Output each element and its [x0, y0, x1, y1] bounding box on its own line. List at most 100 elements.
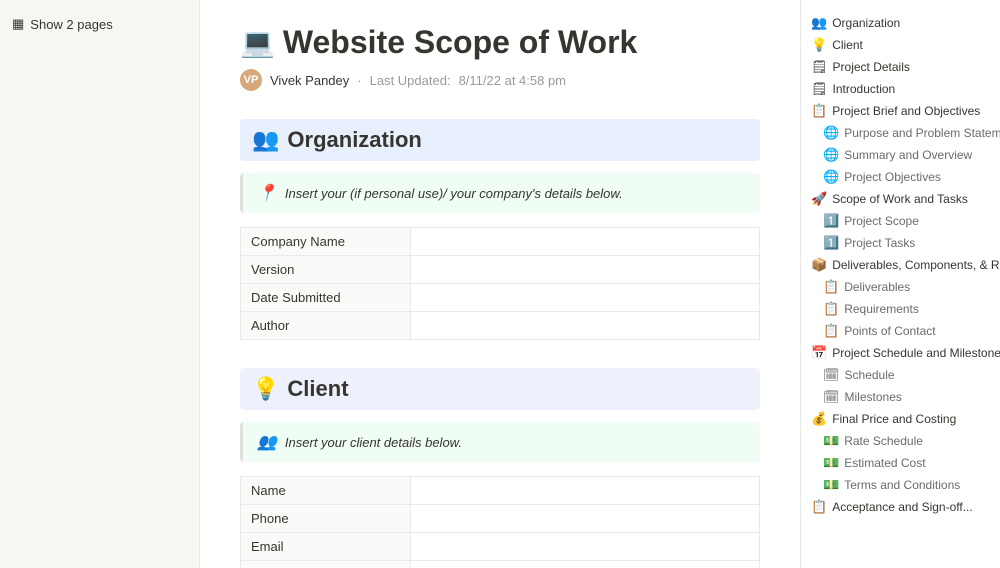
toc-item-label: Schedule — [845, 368, 895, 382]
toc-item[interactable]: 💰 Final Price and Costing — [801, 408, 1000, 430]
toc-item[interactable]: 📅 Project Schedule and Milestones — [801, 342, 1000, 364]
toc-item-label: Final Price and Costing — [832, 412, 956, 426]
page-title-text: Website Scope of Work — [283, 24, 637, 61]
toc-item[interactable]: 1️⃣Project Tasks — [801, 232, 1000, 254]
toc-item-icon: 🌐 — [823, 147, 839, 163]
organization-table: Company Name Version Date Submitted Auth… — [240, 227, 760, 340]
table-cell-label: Company Name — [241, 228, 411, 256]
toc-item-icon: 📋 — [823, 323, 839, 339]
table-cell-value[interactable] — [411, 505, 760, 533]
toc-item[interactable]: 🌐 Project Objectives — [801, 166, 1000, 188]
table-cell-label: Email — [241, 533, 411, 561]
callout-icon-client: 👥 — [257, 432, 277, 452]
left-panel: ▦ Show 2 pages — [0, 0, 200, 568]
toc-item[interactable]: 💵Rate Schedule — [801, 430, 1000, 452]
table-cell-label: Author — [241, 312, 411, 340]
toc-item-icon: 💡 — [811, 37, 827, 53]
toc-item[interactable]: 📋Requirements — [801, 298, 1000, 320]
toc-item-label: Deliverables — [844, 280, 910, 294]
toc-item-label: Project Schedule and Milestones — [832, 346, 1000, 360]
table-cell-value[interactable] — [411, 533, 760, 561]
toc-item[interactable]: 💵Estimated Cost — [801, 452, 1000, 474]
table-cell-label: Mailing Address — [241, 561, 411, 568]
table-cell-value[interactable] — [411, 284, 760, 312]
toc-item-icon: 🗒 — [811, 59, 828, 75]
toc-item[interactable]: 📋Project Brief and Objectives — [801, 100, 1000, 122]
toc-item-label: Scope of Work and Tasks — [832, 192, 968, 206]
table-cell-value[interactable] — [411, 561, 760, 568]
toc-item-icon: 🗓 — [823, 367, 840, 383]
toc-item[interactable]: 🌐 Summary and Overview — [801, 144, 1000, 166]
toc-item[interactable]: 👥 Organization — [801, 12, 1000, 34]
toc-item-label: Project Tasks — [844, 236, 915, 250]
toc-item-label: Client — [832, 38, 863, 52]
organization-title: Organization — [287, 127, 421, 153]
toc-item[interactable]: 🗓 Schedule — [801, 364, 1000, 386]
toc-item-icon: 📋 — [811, 499, 827, 515]
table-row: Version — [241, 256, 760, 284]
table-cell-label: Phone — [241, 505, 411, 533]
toc-item[interactable]: 📋Deliverables — [801, 276, 1000, 298]
toc-item[interactable]: 📋 Acceptance and Sign-off... — [801, 496, 1000, 518]
table-cell-value[interactable] — [411, 228, 760, 256]
toc-item[interactable]: 🚀Scope of Work and Tasks — [801, 188, 1000, 210]
table-row: Author — [241, 312, 760, 340]
toc-item-label: Project Objectives — [844, 170, 941, 184]
table-row: Email — [241, 533, 760, 561]
toc-item-label: Requirements — [844, 302, 919, 316]
table-row: Date Submitted — [241, 284, 760, 312]
organization-icon: 👥 — [252, 127, 279, 153]
toc-item[interactable]: 🗓 Milestones — [801, 386, 1000, 408]
organization-callout-text: Insert your (if personal use)/ your comp… — [285, 186, 623, 201]
toc-item[interactable]: 🗒Project Details — [801, 56, 1000, 78]
toc-item-icon: 📋 — [811, 103, 827, 119]
organization-callout: 📍 Insert your (if personal use)/ your co… — [240, 173, 760, 213]
toc-item[interactable]: 📦Deliverables, Components, & R... — [801, 254, 1000, 276]
toc-item[interactable]: 💵Terms and Conditions — [801, 474, 1000, 496]
page-title-icon: 💻 — [240, 26, 275, 59]
toc-item-label: Organization — [832, 16, 900, 30]
pages-toggle-icon: ▦ — [12, 16, 24, 32]
show-pages-label: Show 2 pages — [30, 17, 112, 32]
toc-item-icon: 💰 — [811, 411, 827, 427]
toc-item[interactable]: 🌐Purpose and Problem Statem... — [801, 122, 1000, 144]
toc-item-label: Milestones — [845, 390, 902, 404]
page-title-row: 💻 Website Scope of Work — [240, 24, 760, 61]
toc-item[interactable]: 💡 Client — [801, 34, 1000, 56]
client-table: Name Phone Email Mailing Address — [240, 476, 760, 568]
table-cell-value[interactable] — [411, 477, 760, 505]
table-cell-label: Version — [241, 256, 411, 284]
table-cell-value[interactable] — [411, 256, 760, 284]
client-icon: 💡 — [252, 376, 279, 402]
toc-item-icon: 🌐 — [823, 125, 839, 141]
table-row: Mailing Address — [241, 561, 760, 568]
organization-section: ⠿ 👥 Organization 📍 Insert your (if perso… — [240, 119, 760, 340]
table-row: Phone — [241, 505, 760, 533]
toc-item[interactable]: 🗒 Introduction — [801, 78, 1000, 100]
toc-item-label: Acceptance and Sign-off... — [832, 500, 973, 514]
toc-item-icon: 💵 — [823, 455, 839, 471]
table-row: Name — [241, 477, 760, 505]
last-updated-label: Last Updated: — [370, 73, 451, 88]
toc-item-label: Summary and Overview — [844, 148, 972, 162]
callout-icon-organization: 📍 — [257, 183, 277, 203]
toc-item[interactable]: 1️⃣Project Scope — [801, 210, 1000, 232]
toc-item-label: Points of Contact — [844, 324, 935, 338]
organization-header: 👥 Organization — [240, 119, 760, 161]
right-sidebar-toc: 👥Organization💡Client🗒Project Details🗒Int… — [800, 0, 1000, 568]
toc-item-label: Introduction — [833, 82, 896, 96]
toc-item-icon: 🗒 — [811, 81, 828, 97]
toc-item-label: Rate Schedule — [844, 434, 923, 448]
table-cell-value[interactable] — [411, 312, 760, 340]
toc-item[interactable]: 📋 Points of Contact — [801, 320, 1000, 342]
client-callout-text: Insert your client details below. — [285, 435, 462, 450]
client-callout: 👥 Insert your client details below. — [240, 422, 760, 462]
toc-item-label: Project Scope — [844, 214, 919, 228]
table-cell-label: Name — [241, 477, 411, 505]
last-updated-value: 8/11/22 at 4:58 pm — [459, 73, 566, 88]
toc-item-icon: 📅 — [811, 345, 827, 361]
toc-item-icon: 🌐 — [823, 169, 839, 185]
toc-item-icon: 👥 — [811, 15, 827, 31]
show-pages-button[interactable]: ▦ Show 2 pages — [0, 12, 199, 36]
toc-item-icon: 🗓 — [823, 389, 840, 405]
